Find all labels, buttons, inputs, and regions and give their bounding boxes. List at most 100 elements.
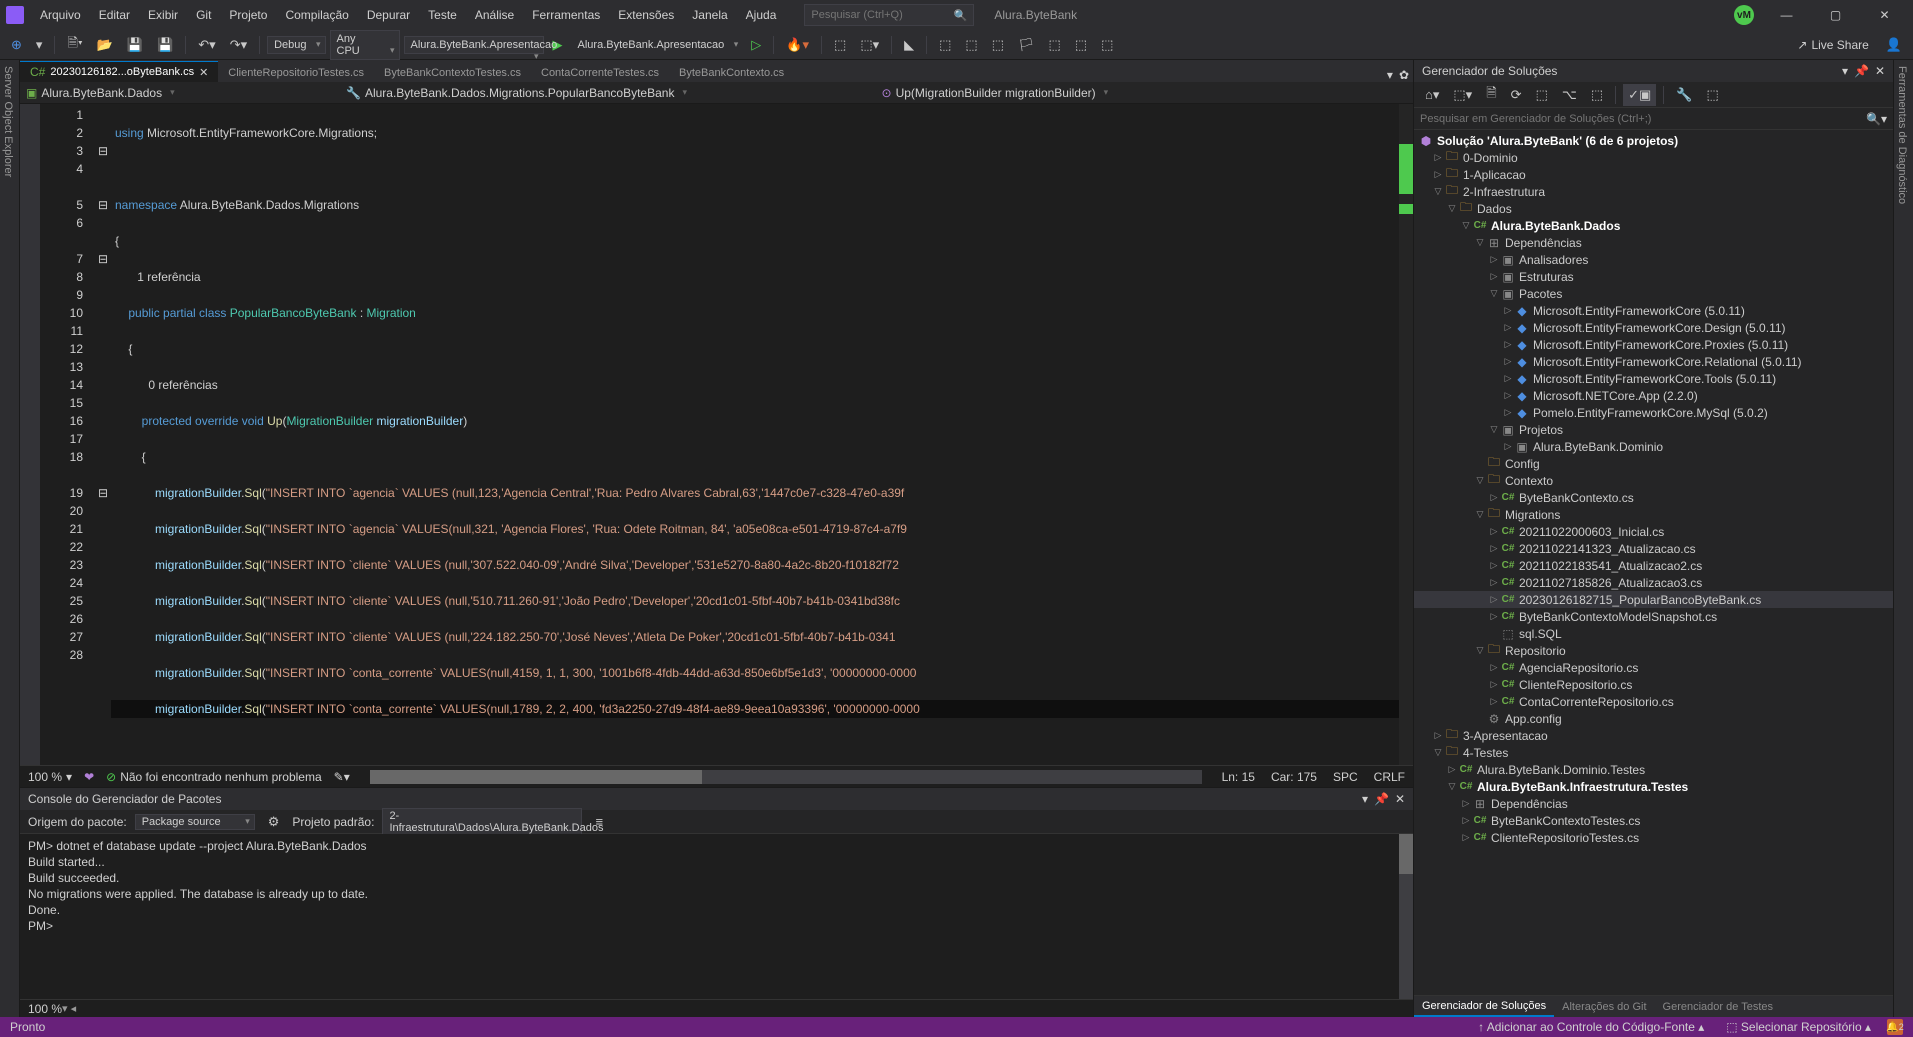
tree-arrow-icon[interactable]: ▷ — [1488, 560, 1500, 571]
tb-icon-8[interactable]: ⬚ — [1096, 34, 1118, 56]
solution-tab[interactable]: Gerenciador de Soluções — [1414, 997, 1554, 1017]
hot-reload-icon[interactable]: 🔥▾ — [781, 34, 814, 56]
tree-item[interactable]: ▷◆Microsoft.EntityFrameworkCore (5.0.11) — [1414, 302, 1893, 319]
code-editor[interactable]: 1234567891011121314151617181920212223242… — [20, 104, 1413, 765]
tree-arrow-icon[interactable]: ▷ — [1432, 730, 1444, 741]
flag-icon[interactable]: 🏳 — [1013, 34, 1040, 56]
tree-item[interactable]: ▷◆Pomelo.EntityFrameworkCore.MySql (5.0.… — [1414, 404, 1893, 421]
right-sidebar-tab[interactable]: Ferramentas de Diagnóstico — [1893, 60, 1913, 1017]
back-button[interactable]: ⊕ — [6, 34, 27, 56]
solution-search[interactable]: 🔍▾ — [1414, 108, 1893, 130]
tree-item[interactable]: ▷C#ByteBankContextoTestes.cs — [1414, 812, 1893, 829]
brush-icon[interactable]: ✎▾ — [334, 770, 350, 784]
tree-arrow-icon[interactable]: ▽ — [1488, 424, 1500, 435]
sol-branch-icon[interactable]: ⌥ — [1557, 84, 1582, 106]
save-icon[interactable]: 💾 — [122, 34, 148, 56]
tree-arrow-icon[interactable]: ▽ — [1432, 747, 1444, 758]
tree-arrow-icon[interactable]: ▽ — [1460, 220, 1472, 231]
maximize-button[interactable]: ▢ — [1813, 0, 1858, 30]
tree-arrow-icon[interactable]: ▽ — [1474, 645, 1486, 656]
tree-arrow-icon[interactable]: ▷ — [1488, 611, 1500, 622]
tree-arrow-icon[interactable]: ▷ — [1502, 339, 1514, 350]
file-tab[interactable]: ByteBankContexto.cs — [669, 63, 794, 82]
panel-pin-icon[interactable]: 📌 — [1374, 792, 1389, 806]
solution-root[interactable]: ⬢ Solução 'Alura.ByteBank' (6 de 6 proje… — [1414, 132, 1893, 149]
tree-item[interactable]: ▷C#AgenciaRepositorio.cs — [1414, 659, 1893, 676]
menu-depurar[interactable]: Depurar — [359, 4, 418, 26]
solution-tab[interactable]: Gerenciador de Testes — [1655, 998, 1781, 1016]
tree-item[interactable]: ▷C#20230126182715_PopularBancoByteBank.c… — [1414, 591, 1893, 608]
tree-item[interactable]: ▷▣Estruturas — [1414, 268, 1893, 285]
console-vscroll[interactable] — [1399, 834, 1413, 999]
tb-icon-6[interactable]: ⬚ — [1044, 34, 1066, 56]
tree-item[interactable]: ▷◆Microsoft.EntityFrameworkCore.Design (… — [1414, 319, 1893, 336]
source-control-button[interactable]: ↑ Adicionar ao Controle do Código-Fonte … — [1472, 1019, 1710, 1035]
tree-arrow-icon[interactable]: ▷ — [1460, 798, 1472, 809]
menu-extensões[interactable]: Extensões — [610, 4, 682, 26]
sol-wrench-icon[interactable]: 🔧 — [1671, 84, 1697, 106]
breakpoint-column[interactable] — [20, 104, 40, 765]
global-search-input[interactable] — [811, 9, 953, 21]
tree-item[interactable]: ▷◆Microsoft.EntityFrameworkCore.Relation… — [1414, 353, 1893, 370]
solution-tab[interactable]: Alterações do Git — [1554, 998, 1654, 1016]
tb-icon-3[interactable]: ⬚ — [934, 34, 956, 56]
tree-arrow-icon[interactable]: ▷ — [1488, 543, 1500, 554]
global-search[interactable]: 🔍 — [804, 4, 974, 26]
tree-item[interactable]: ▽🗀Contexto — [1414, 472, 1893, 489]
tree-item[interactable]: ▽🗀4-Testes — [1414, 744, 1893, 761]
solution-tree[interactable]: ⬢ Solução 'Alura.ByteBank' (6 de 6 proje… — [1414, 130, 1893, 995]
tree-arrow-icon[interactable]: ▷ — [1488, 662, 1500, 673]
tree-arrow-icon[interactable]: ▽ — [1446, 781, 1458, 792]
close-button[interactable]: ✕ — [1862, 0, 1907, 30]
tree-item[interactable]: ▷C#20211027185826_Atualizacao3.cs — [1414, 574, 1893, 591]
save-all-icon[interactable]: 💾 — [152, 34, 178, 56]
menu-análise[interactable]: Análise — [467, 4, 522, 26]
forward-button[interactable]: ▾ — [31, 34, 48, 56]
tree-arrow-icon[interactable]: ▷ — [1460, 832, 1472, 843]
tree-item[interactable]: ▽🗀Dados — [1414, 200, 1893, 217]
tree-item[interactable]: ▷C#Alura.ByteBank.Dominio.Testes — [1414, 761, 1893, 778]
tree-item[interactable]: ▽▣Projetos — [1414, 421, 1893, 438]
tree-item[interactable]: ▷C#ByteBankContextoModelSnapshot.cs — [1414, 608, 1893, 625]
tree-item[interactable]: ▷C#ContaCorrenteRepositorio.cs — [1414, 693, 1893, 710]
health-icon[interactable]: ❤ — [84, 770, 94, 784]
startup-project-dropdown[interactable]: Alura.ByteBank.Apresentacao — [404, 36, 544, 54]
nav-member-dropdown[interactable]: ⊙ Up(MigrationBuilder migrationBuilder) — [882, 86, 1408, 100]
tree-item[interactable]: ▷▣Analisadores — [1414, 251, 1893, 268]
tree-arrow-icon[interactable]: ▷ — [1502, 441, 1514, 452]
scroll-map[interactable] — [1399, 104, 1413, 765]
tree-arrow-icon[interactable]: ▷ — [1488, 492, 1500, 503]
nav-class-dropdown[interactable]: 🔧 Alura.ByteBank.Dados.Migrations.Popula… — [346, 86, 872, 100]
undo-icon[interactable]: ↶▾ — [193, 34, 220, 56]
bookmark-icon[interactable]: ◣ — [899, 34, 919, 56]
left-sidebar-tab[interactable]: Server Object Explorer — [0, 60, 20, 1017]
sol-home-icon[interactable]: ⌂▾ — [1420, 84, 1444, 106]
minimize-button[interactable]: — — [1764, 0, 1809, 30]
fold-column[interactable]: ⊟⊟⊟ ⊟ — [95, 104, 111, 765]
tree-item[interactable]: ▷🗀3-Apresentacao — [1414, 727, 1893, 744]
sol-doc-icon[interactable]: 🗎 — [1481, 81, 1501, 109]
tree-arrow-icon[interactable]: ▷ — [1488, 594, 1500, 605]
tree-item[interactable]: ▽⊞Dependências — [1414, 234, 1893, 251]
code-content[interactable]: using Microsoft.EntityFrameworkCore.Migr… — [111, 104, 1399, 765]
tree-item[interactable]: ⚙App.config — [1414, 710, 1893, 727]
tree-arrow-icon[interactable]: ▷ — [1502, 407, 1514, 418]
tree-arrow-icon[interactable]: ▽ — [1432, 186, 1444, 197]
menu-exibir[interactable]: Exibir — [140, 4, 186, 26]
menu-teste[interactable]: Teste — [420, 4, 465, 26]
tree-arrow-icon[interactable]: ▷ — [1502, 390, 1514, 401]
tree-item[interactable]: ▷C#20211022141323_Atualizacao.cs — [1414, 540, 1893, 557]
tree-arrow-icon[interactable]: ▷ — [1488, 526, 1500, 537]
tree-arrow-icon[interactable]: ▷ — [1460, 815, 1472, 826]
live-share-button[interactable]: ↗ Live Share — [1797, 38, 1868, 52]
tree-item[interactable]: ▷◆Microsoft.EntityFrameworkCore.Tools (5… — [1414, 370, 1893, 387]
tree-arrow-icon[interactable]: ▷ — [1488, 696, 1500, 707]
tree-item[interactable]: ▷C#20211022000603_Inicial.cs — [1414, 523, 1893, 540]
menu-ajuda[interactable]: Ajuda — [738, 4, 785, 26]
notifications-button[interactable]: 🔔2 — [1887, 1019, 1903, 1035]
panel-close-icon[interactable]: ✕ — [1395, 792, 1405, 806]
tree-arrow-icon[interactable]: ▽ — [1446, 203, 1458, 214]
tree-arrow-icon[interactable]: ▽ — [1474, 509, 1486, 520]
sol-preview-icon[interactable]: ✓▣ — [1623, 84, 1656, 106]
menu-editar[interactable]: Editar — [91, 4, 138, 26]
